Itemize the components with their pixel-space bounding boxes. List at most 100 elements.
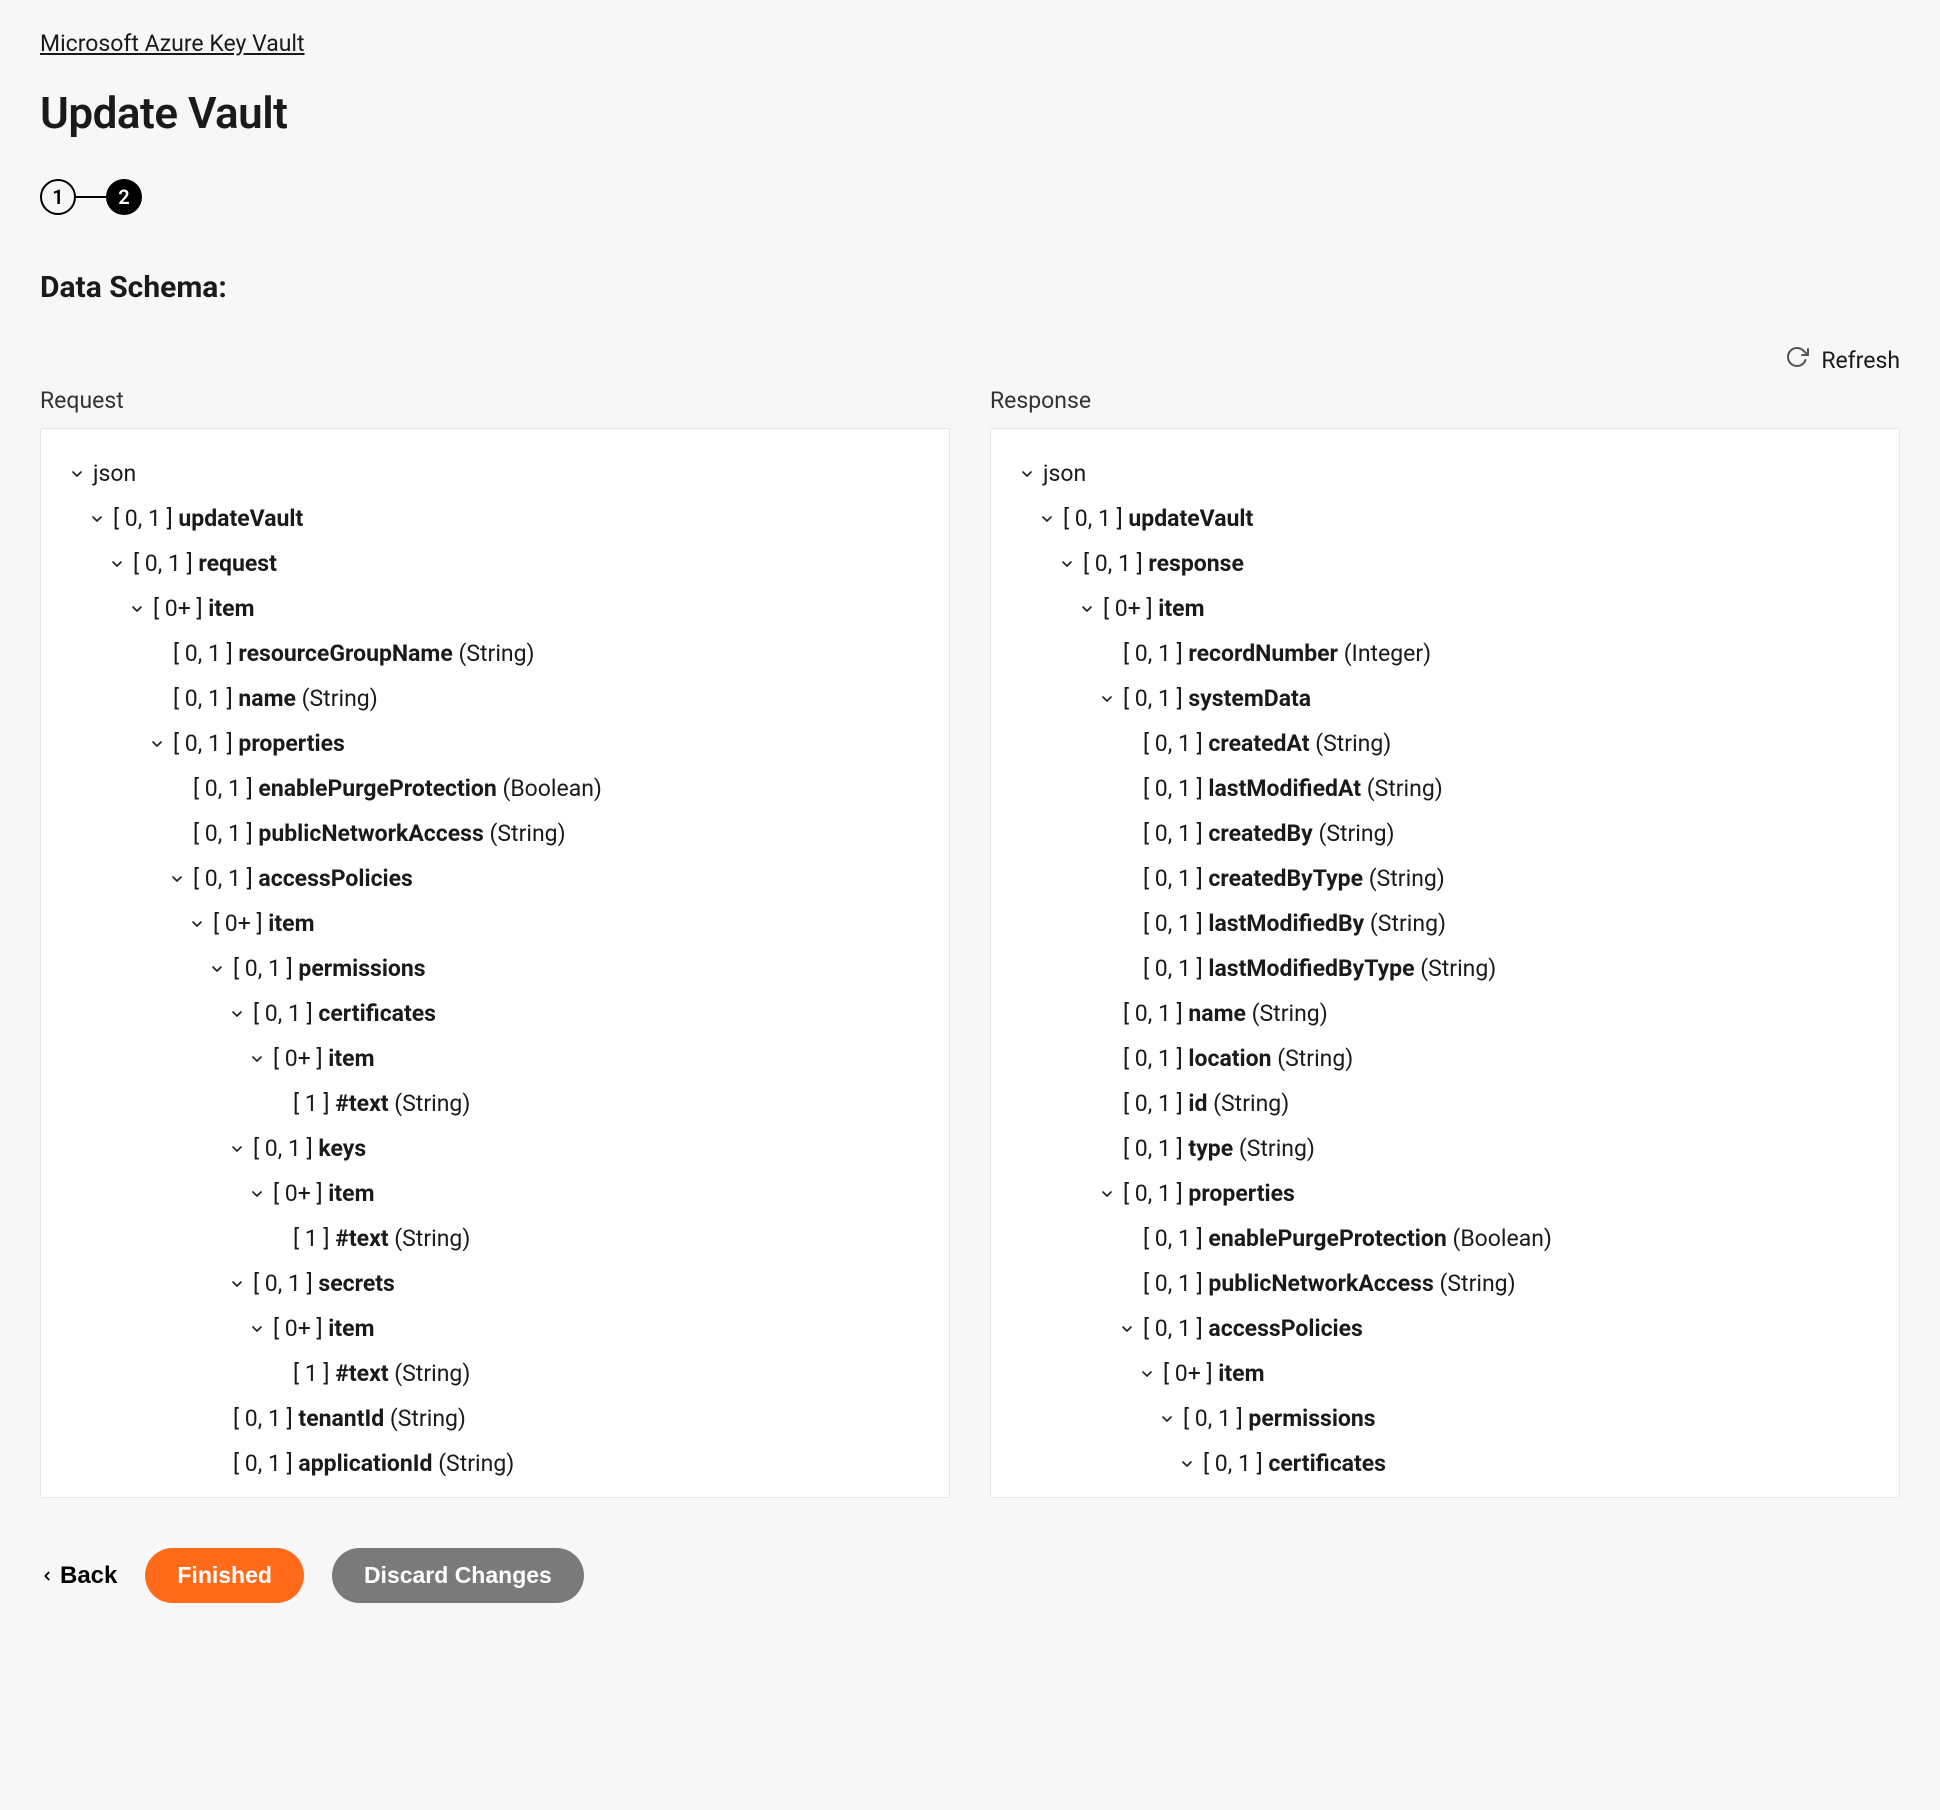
refresh-label: Refresh — [1821, 347, 1900, 374]
chevron-down-icon[interactable] — [247, 1321, 267, 1337]
tree-node[interactable]: [ 0, 1 ] createdAt (String) — [1017, 721, 1873, 766]
chevron-down-icon[interactable] — [1037, 511, 1057, 527]
tree-node[interactable]: [ 0, 1 ] enablePurgeProtection (Boolean) — [1017, 1216, 1873, 1261]
tree-node-label: [ 0, 1 ] enablePurgeProtection (Boolean) — [1143, 1225, 1552, 1252]
tree-node-label: [ 0, 1 ] lastModifiedByType (String) — [1143, 955, 1496, 982]
tree-node[interactable]: [ 0, 1 ] createdByType (String) — [1017, 856, 1873, 901]
tree-node[interactable]: [ 0, 1 ] lastModifiedByType (String) — [1017, 946, 1873, 991]
tree-node-label: [ 0, 1 ] accessPolicies — [1143, 1315, 1363, 1342]
tree-node-label: [ 0, 1 ] type (String) — [1123, 1135, 1315, 1162]
chevron-down-icon[interactable] — [1077, 601, 1097, 617]
chevron-left-icon — [40, 1562, 54, 1590]
tree-node-label: [ 0, 1 ] publicNetworkAccess (String) — [1143, 1270, 1516, 1297]
tree-node-label: [ 0, 1 ] createdAt (String) — [1143, 730, 1391, 757]
tree-node[interactable]: [ 1 ] #text (String) — [67, 1351, 923, 1396]
request-column-title: Request — [40, 387, 950, 414]
tree-node-label: [ 0, 1 ] permissions — [233, 955, 426, 982]
tree-node[interactable]: [ 0, 1 ] accessPolicies — [67, 856, 923, 901]
tree-node-label: [ 0, 1 ] createdBy (String) — [1143, 820, 1395, 847]
tree-node-label: [ 0, 1 ] lastModifiedBy (String) — [1143, 910, 1446, 937]
tree-node[interactable]: [ 0, 1 ] secrets — [67, 1261, 923, 1306]
tree-node[interactable]: [ 0+ ] item — [67, 586, 923, 631]
response-column-title: Response — [990, 387, 1900, 414]
tree-node[interactable]: [ 0, 1 ] keys — [67, 1126, 923, 1171]
tree-node-label: json — [1043, 460, 1086, 487]
chevron-down-icon[interactable] — [1017, 466, 1037, 482]
discard-button[interactable]: Discard Changes — [332, 1548, 584, 1603]
tree-node[interactable]: [ 0+ ] item — [67, 1171, 923, 1216]
tree-node[interactable]: [ 0, 1 ] systemData — [1017, 676, 1873, 721]
refresh-icon — [1785, 345, 1809, 375]
tree-node[interactable]: [ 0, 1 ] createdBy (String) — [1017, 811, 1873, 856]
tree-node[interactable]: [ 0, 1 ] lastModifiedAt (String) — [1017, 766, 1873, 811]
tree-node[interactable]: [ 0+ ] item — [67, 901, 923, 946]
tree-node[interactable]: [ 0, 1 ] request — [67, 541, 923, 586]
chevron-down-icon[interactable] — [1057, 556, 1077, 572]
chevron-down-icon[interactable] — [187, 916, 207, 932]
tree-node[interactable]: [ 0, 1 ] type (String) — [1017, 1126, 1873, 1171]
tree-node[interactable]: [ 0+ ] item — [67, 1036, 923, 1081]
tree-node-label: [ 0, 1 ] certificates — [1203, 1450, 1386, 1477]
chevron-down-icon[interactable] — [167, 871, 187, 887]
tree-node[interactable]: json — [67, 451, 923, 496]
tree-node[interactable]: [ 0, 1 ] name (String) — [1017, 991, 1873, 1036]
finished-button[interactable]: Finished — [145, 1548, 304, 1603]
chevron-down-icon[interactable] — [247, 1186, 267, 1202]
tree-node[interactable]: [ 0, 1 ] name (String) — [67, 676, 923, 721]
chevron-down-icon[interactable] — [207, 961, 227, 977]
chevron-down-icon[interactable] — [1137, 1366, 1157, 1382]
tree-node[interactable]: [ 0, 1 ] publicNetworkAccess (String) — [67, 811, 923, 856]
tree-node[interactable]: [ 0, 1 ] recordNumber (Integer) — [1017, 631, 1873, 676]
tree-node[interactable]: [ 0, 1 ] resourceGroupName (String) — [67, 631, 923, 676]
tree-node-label: [ 0+ ] item — [153, 595, 255, 622]
back-button[interactable]: Back — [40, 1562, 117, 1590]
tree-node[interactable]: [ 0, 1 ] properties — [67, 721, 923, 766]
chevron-down-icon[interactable] — [227, 1006, 247, 1022]
tree-node-label: [ 0, 1 ] recordNumber (Integer) — [1123, 640, 1431, 667]
tree-node-label: [ 0, 1 ] certificates — [253, 1000, 436, 1027]
tree-node-label: [ 0, 1 ] name (String) — [173, 685, 378, 712]
tree-node[interactable]: [ 0, 1 ] enablePurgeProtection (Boolean) — [67, 766, 923, 811]
chevron-down-icon[interactable] — [67, 466, 87, 482]
tree-node[interactable]: [ 0, 1 ] permissions — [1017, 1396, 1873, 1441]
tree-node[interactable]: [ 0+ ] item — [67, 1306, 923, 1351]
chevron-down-icon[interactable] — [247, 1051, 267, 1067]
tree-node[interactable]: [ 0, 1 ] accessPolicies — [1017, 1306, 1873, 1351]
chevron-down-icon[interactable] — [1097, 691, 1117, 707]
tree-node[interactable]: [ 0+ ] item — [1017, 1351, 1873, 1396]
chevron-down-icon[interactable] — [1097, 1186, 1117, 1202]
tree-node[interactable]: [ 0, 1 ] publicNetworkAccess (String) — [1017, 1261, 1873, 1306]
tree-node[interactable]: [ 0, 1 ] tenantId (String) — [67, 1396, 923, 1441]
chevron-down-icon[interactable] — [127, 601, 147, 617]
chevron-down-icon[interactable] — [107, 556, 127, 572]
chevron-down-icon[interactable] — [227, 1141, 247, 1157]
breadcrumb-link[interactable]: Microsoft Azure Key Vault — [40, 30, 305, 57]
tree-node-label: [ 0, 1 ] name (String) — [1123, 1000, 1328, 1027]
tree-node[interactable]: [ 0, 1 ] applicationId (String) — [67, 1441, 923, 1486]
tree-node[interactable]: [ 0, 1 ] certificates — [67, 991, 923, 1036]
tree-node[interactable]: [ 0, 1 ] lastModifiedBy (String) — [1017, 901, 1873, 946]
step-1[interactable]: 1 — [40, 179, 76, 215]
tree-node[interactable]: [ 0+ ] item — [1017, 586, 1873, 631]
tree-node[interactable]: [ 0, 1 ] updateVault — [67, 496, 923, 541]
tree-node[interactable]: [ 0, 1 ] id (String) — [1017, 1081, 1873, 1126]
refresh-button[interactable]: Refresh — [40, 345, 1900, 375]
chevron-down-icon[interactable] — [87, 511, 107, 527]
tree-node[interactable]: [ 0, 1 ] certificates — [1017, 1441, 1873, 1486]
tree-node[interactable]: [ 0, 1 ] location (String) — [1017, 1036, 1873, 1081]
chevron-down-icon[interactable] — [1157, 1411, 1177, 1427]
tree-node[interactable]: [ 1 ] #text (String) — [67, 1081, 923, 1126]
chevron-down-icon[interactable] — [147, 736, 167, 752]
tree-node-label: [ 1 ] #text (String) — [293, 1090, 470, 1117]
tree-node[interactable]: json — [1017, 451, 1873, 496]
tree-node[interactable]: [ 0, 1 ] permissions — [67, 946, 923, 991]
tree-node[interactable]: [ 0, 1 ] properties — [1017, 1171, 1873, 1216]
tree-node-label: [ 0+ ] item — [1103, 595, 1205, 622]
chevron-down-icon[interactable] — [1177, 1456, 1197, 1472]
step-2[interactable]: 2 — [106, 179, 142, 215]
tree-node[interactable]: [ 0, 1 ] updateVault — [1017, 496, 1873, 541]
chevron-down-icon[interactable] — [227, 1276, 247, 1292]
chevron-down-icon[interactable] — [1117, 1321, 1137, 1337]
tree-node[interactable]: [ 0, 1 ] response — [1017, 541, 1873, 586]
tree-node[interactable]: [ 1 ] #text (String) — [67, 1216, 923, 1261]
